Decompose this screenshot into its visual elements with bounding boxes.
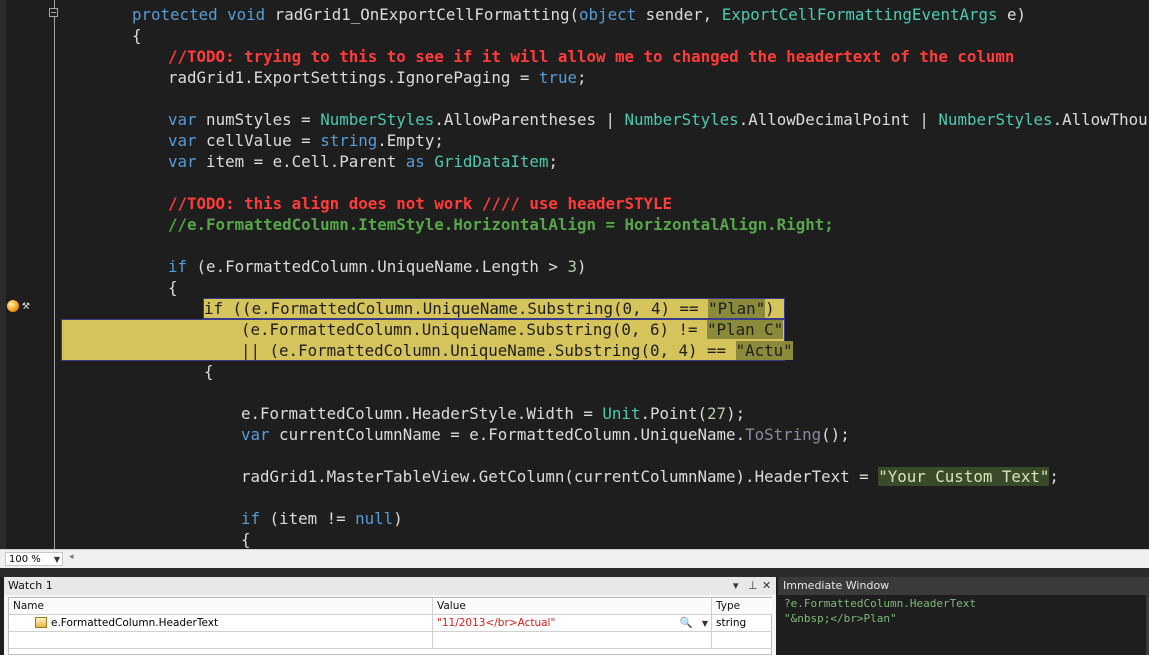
- code-line: {: [168, 278, 178, 297]
- property-icon: [35, 617, 47, 628]
- zoom-value: 100 %: [9, 554, 41, 565]
- scroll-left-icon[interactable]: ◂: [69, 552, 74, 562]
- indicator-margin: [0, 0, 6, 549]
- watch-value: "11/2013</br>Actual": [437, 617, 556, 629]
- todo-comment: //TODO: this align does not work //// us…: [168, 194, 673, 213]
- watch-row-type: string: [712, 615, 772, 632]
- column-header-name[interactable]: Name: [9, 598, 433, 615]
- immediate-window[interactable]: Immediate Window ?e.FormattedColumn.Head…: [778, 577, 1149, 655]
- column-header-type[interactable]: Type: [712, 598, 772, 615]
- code-line: var numStyles = NumberStyles.AllowParent…: [168, 110, 1149, 129]
- pin-icon[interactable]: ⊥: [748, 577, 758, 595]
- outline-line: [54, 0, 55, 549]
- code-line: if (item != null): [241, 509, 403, 528]
- collapse-toggle-icon[interactable]: [49, 8, 58, 17]
- watch-title: Watch 1: [4, 577, 776, 595]
- editor-status-bar: 100 % ▼ ◂: [0, 549, 1149, 568]
- code-line: radGrid1.MasterTableView.GetColumn(curre…: [241, 467, 1059, 486]
- code-line: var currentColumnName = e.FormattedColum…: [241, 425, 850, 444]
- immediate-output-line: "&nbsp;</br>Plan": [784, 612, 897, 625]
- code-line: {: [204, 362, 214, 381]
- watch-window: Watch 1 ▾ ⊥ ✕ Name Value Type e.Formatte…: [4, 577, 776, 655]
- magnifier-icon[interactable]: 🔍: [680, 615, 693, 632]
- code-line: if (e.FormattedColumn.UniqueName.Length …: [168, 257, 587, 276]
- watch-empty-row[interactable]: [9, 632, 433, 649]
- close-icon[interactable]: ✕: [762, 577, 771, 595]
- watch-row-value[interactable]: "11/2013</br>Actual" 🔍 ▼: [433, 615, 712, 632]
- code-editor[interactable]: ⚒ protected void radGrid1_OnExportCellFo…: [0, 0, 1149, 549]
- watch-expression: e.FormattedColumn.HeaderText: [51, 617, 219, 629]
- code-line: {: [241, 530, 251, 549]
- watch-empty-row-value: [433, 632, 712, 649]
- column-header-value[interactable]: Value: [433, 598, 712, 615]
- code-line: var cellValue = string.Empty;: [168, 131, 444, 150]
- code-line: var item = e.Cell.Parent as GridDataItem…: [168, 152, 558, 171]
- code-line: e.FormattedColumn.HeaderStyle.Width = Un…: [241, 404, 746, 423]
- watch-row-name[interactable]: e.FormattedColumn.HeaderText: [9, 615, 433, 632]
- chevron-down-icon: ▼: [53, 555, 60, 564]
- panel-splitter[interactable]: [0, 568, 1149, 577]
- watch-grid: Name Value Type e.FormattedColumn.Header…: [8, 597, 772, 655]
- code-line-current: || (e.FormattedColumn.UniqueName.Substri…: [241, 341, 812, 360]
- code-line: protected void radGrid1_OnExportCellForm…: [132, 5, 1027, 24]
- code-line: {: [132, 26, 142, 45]
- zoom-dropdown[interactable]: 100 % ▼: [5, 552, 63, 566]
- code-line: radGrid1.ExportSettings.IgnorePaging = t…: [168, 68, 587, 87]
- chevron-down-icon[interactable]: ▼: [702, 615, 708, 632]
- current-statement-icon: [7, 300, 19, 312]
- code-line-current: (e.FormattedColumn.UniqueName.Substring(…: [241, 320, 793, 339]
- window-menu-icon[interactable]: ▾: [733, 577, 739, 595]
- edit-and-continue-icon: ⚒: [22, 298, 30, 313]
- code-line-current: if ((e.FormattedColumn.UniqueName.Substr…: [204, 299, 804, 318]
- watch-empty-row-type: [712, 632, 772, 649]
- immediate-title: Immediate Window: [778, 577, 1149, 595]
- todo-comment: //TODO: trying to this to see if it will…: [168, 47, 1015, 66]
- immediate-input-line: ?e.FormattedColumn.HeaderText: [784, 597, 977, 610]
- comment-line: //e.FormattedColumn.ItemStyle.Horizontal…: [168, 215, 834, 234]
